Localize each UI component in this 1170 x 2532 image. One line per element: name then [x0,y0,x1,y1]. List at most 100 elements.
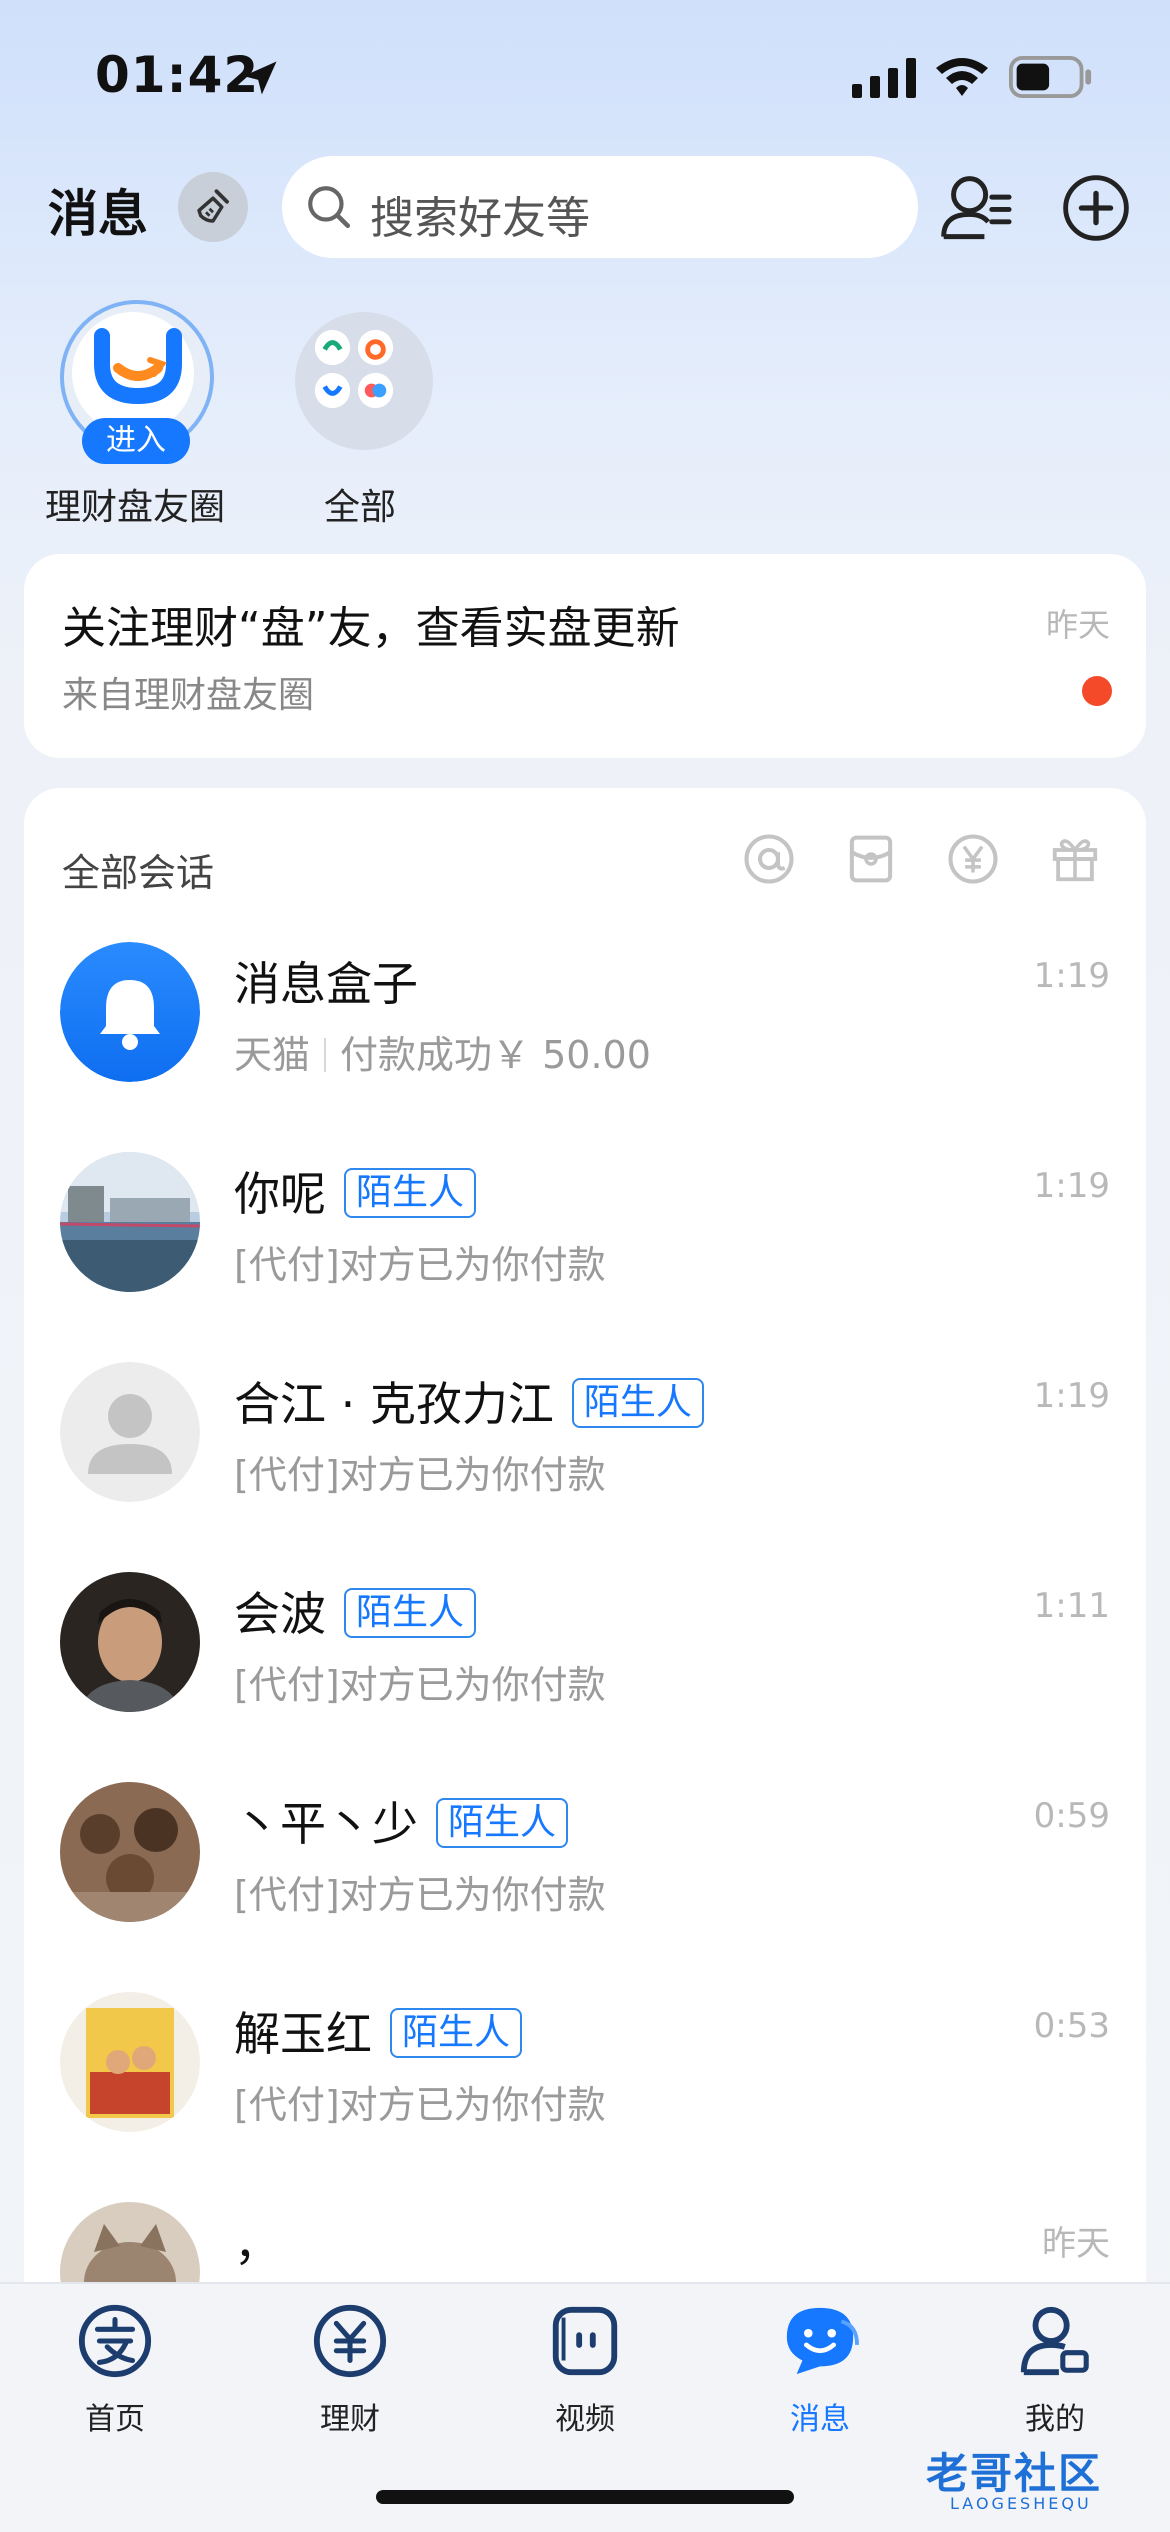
video-icon [552,2306,618,2376]
wifi-icon [936,58,988,96]
chat-row[interactable]: 丶平丶少 陌生人 [代付]对方已为你付款 0:59 [24,1748,1146,1958]
chat-preview: [代付]对方已为你付款 [234,1873,606,1917]
tab-wealth[interactable]: 理财 [275,2302,425,2438]
tab-profile[interactable]: 我的 [980,2302,1130,2438]
chat-preview-text: 付款成功￥ 50.00 [340,1033,651,1077]
notice-subtitle: 来自理财盘友圈 [62,675,315,716]
search-icon [308,186,351,229]
tab-label: 消息 [790,2402,850,2437]
status-time: 01:42 [95,46,260,104]
profile-icon [1020,2306,1089,2376]
chat-preview: 天猫 付款成功￥ 50.00 [234,1024,651,1079]
notice-time: 昨天 [1045,606,1110,644]
chat-row[interactable]: 解玉红 陌生人 [代付]对方已为你付款 0:53 [24,1958,1146,2168]
avatar [60,1152,200,1292]
notice-title: 关注理财“盘”友，查看实盘更新 [62,603,680,654]
home-indicator [376,2490,794,2504]
cellular-signal-icon [852,58,916,98]
chat-name: 会波 [234,1587,326,1641]
chat-time: 1:19 [1033,1376,1110,1416]
clean-unread-button[interactable] [178,172,248,242]
stranger-badge: 陌生人 [436,1798,569,1848]
chat-preview: [代付]对方已为你付款 [234,2083,606,2127]
tab-label: 视频 [555,2402,615,2437]
preview-divider [324,1038,327,1072]
message-box-avatar [60,942,200,1082]
chat-row[interactable]: 你呢 陌生人 [代付]对方已为你付款 1:19 [24,1118,1146,1328]
avatar [60,2202,200,2288]
broom-icon [197,189,229,223]
app-grid-icon [314,329,394,409]
stranger-badge: 陌生人 [571,1378,704,1428]
chat-name-container: 你呢 陌生人 [234,1158,477,1224]
battery-icon [1009,56,1092,98]
chat-preview: [代付]对方已为你付款 [234,1663,606,1707]
chat-row[interactable]: 合江 · 克孜力江 陌生人 [代付]对方已为你付款 1:19 [24,1328,1146,1538]
alipay-home-icon [78,2304,152,2378]
chat-name: ， [234,2217,280,2271]
yuan-circle-icon [313,2304,387,2378]
page-title: 消息 [48,185,148,243]
chat-time: 0:53 [1033,2006,1110,2046]
chat-name-container: 丶平丶少 陌生人 [234,1788,569,1854]
chat-time: 昨天 [1042,2224,1110,2264]
watermark-text: 老哥社区 [926,2449,1103,2498]
tab-label: 首页 [85,2402,145,2437]
avatar [60,1572,200,1712]
chat-time: 1:19 [1033,1166,1110,1206]
avatar [60,1992,200,2132]
default-avatar [60,1362,200,1502]
site-watermark: 老哥社区 LAOGESHEQU [926,2434,1162,2524]
chat-row[interactable]: 会波 陌生人 [代付]对方已为你付款 1:11 [24,1538,1146,1748]
shortcut-label: 理财盘友圈 [44,487,225,528]
chat-preview: [代付]对方已为你付款 [234,1453,606,1497]
tab-video[interactable]: 视频 [510,2302,660,2438]
chat-time: 1:11 [1033,1586,1110,1626]
unread-dot [1082,676,1112,706]
mention-filter-icon[interactable] [742,832,796,886]
status-bar: 01:42 [0,0,1170,150]
tab-home[interactable]: 首页 [40,2302,190,2438]
wealth-circle-logo-icon [94,328,182,405]
chat-preview-source: 天猫 [234,1033,311,1077]
search-placeholder: 搜索好友等 [370,193,590,244]
chat-name: 消息盒子 [234,957,418,1011]
chat-list-card: 全部会话 消息盒子 天猫 付款成功￥ 50.00 1:19 你呢 陌生人 [代付… [24,788,1146,2288]
wealth-circle-avatar: 进入 [60,300,214,464]
chat-row-message-box[interactable]: 消息盒子 天猫 付款成功￥ 50.00 1:19 [24,908,1146,1118]
chat-row[interactable]: ， 昨天 [24,2168,1146,2288]
yuan-filter-icon[interactable] [946,832,1000,886]
person-placeholder-icon [60,1362,200,1502]
header: 消息 搜索好友等 [0,150,1170,270]
shortcut-wealth-circle[interactable]: 进入 理财盘友圈 [30,300,240,530]
stranger-badge: 陌生人 [390,2008,523,2058]
search-input[interactable]: 搜索好友等 [282,156,918,258]
chat-time: 0:59 [1033,1796,1110,1836]
tab-messages[interactable]: 消息 [745,2302,895,2438]
enter-badge: 进入 [82,418,190,464]
shortcut-label: 全部 [323,487,396,528]
red-packet-filter-icon[interactable] [844,832,898,886]
chat-name-container: 会波 陌生人 [234,1578,477,1644]
avatar [60,1782,200,1922]
bell-icon [60,942,200,1082]
chat-name: 解玉红 [234,2007,372,2061]
add-icon[interactable] [1062,174,1130,242]
notice-card[interactable]: 关注理财“盘”友，查看实盘更新 来自理财盘友圈 昨天 [24,554,1146,758]
chat-list-title: 全部会话 [62,851,215,895]
tab-label: 我的 [1025,2402,1085,2437]
gift-filter-icon[interactable] [1048,832,1102,886]
stranger-badge: 陌生人 [344,1168,477,1218]
all-avatar [285,300,435,450]
contacts-icon[interactable] [940,172,1014,242]
chat-bubble-icon [786,2307,859,2375]
shortcut-all[interactable]: 全部 [255,300,465,530]
chat-preview: [代付]对方已为你付款 [234,1243,606,1287]
location-arrow-icon [243,61,277,95]
chat-name: 丶平丶少 [234,1797,418,1851]
watermark-subtext: LAOGESHEQU [950,2494,1092,2513]
tab-label: 理财 [320,2402,380,2437]
chat-name: 你呢 [234,1167,326,1221]
chat-name-container: 解玉红 陌生人 [234,1998,523,2064]
stranger-badge: 陌生人 [344,1588,477,1638]
